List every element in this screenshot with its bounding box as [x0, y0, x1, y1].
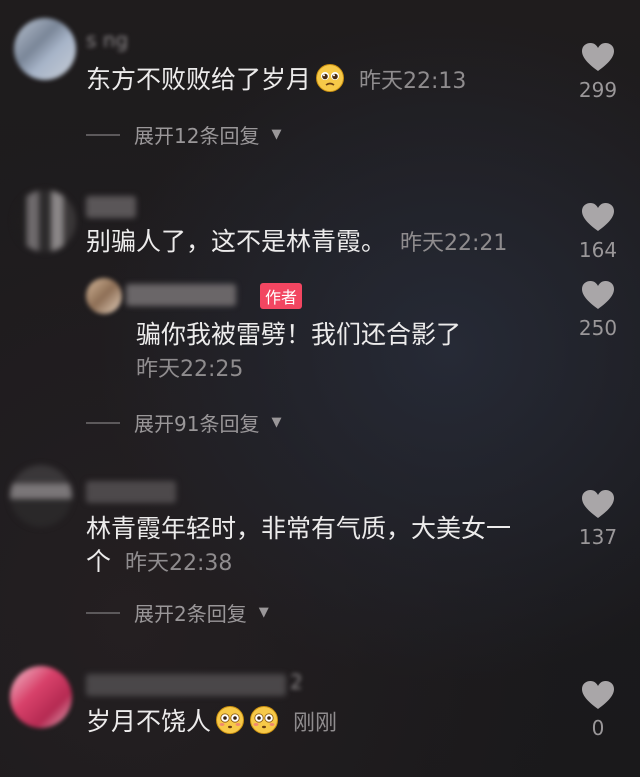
divider [86, 421, 120, 424]
comment-3: 林青霞年轻时，非常有气质，大美女一 个昨天22:38 137 展开2条回复 ▼ [0, 455, 640, 645]
comment-1: s ng 东方不败败给了岁月 昨天22:13 299 展开12条回复 ▼ [0, 0, 640, 160]
like-button[interactable]: 164 [574, 202, 622, 262]
timestamp: 刚刚 [293, 711, 338, 736]
comment-body: 东方不败败给了岁月 [86, 65, 312, 94]
heart-icon [582, 43, 614, 71]
divider [86, 133, 120, 136]
reply-text: 骗你我被雷劈！我们还合影了 [136, 317, 461, 353]
heart-icon [582, 490, 614, 518]
avatar[interactable] [10, 666, 72, 728]
like-count: 250 [578, 316, 618, 340]
username[interactable]: s ng [86, 28, 128, 52]
comment-text: 别骗人了，这不是林青霞。 昨天22:21 [86, 224, 507, 262]
username[interactable] [86, 674, 286, 696]
comment-text: 东方不败败给了岁月 昨天22:13 [86, 62, 466, 100]
avatar[interactable] [14, 18, 76, 80]
caret-down-icon: ▼ [271, 127, 282, 142]
like-button[interactable]: 0 [574, 680, 622, 740]
caret-down-icon: ▼ [258, 605, 269, 620]
comment-body: 岁月不饶人 [86, 707, 212, 736]
reply-time-line: 昨天22:25 [136, 350, 243, 388]
timestamp: 昨天22:13 [359, 69, 467, 94]
caret-down-icon: ▼ [271, 415, 282, 430]
reply-username[interactable] [126, 284, 236, 306]
comment-text-line2: 个昨天22:38 [86, 544, 232, 582]
timestamp: 昨天22:21 [400, 231, 508, 256]
like-count: 164 [578, 238, 618, 262]
expand-replies[interactable]: 展开12条回复 ▼ [86, 120, 281, 149]
avatar[interactable] [10, 465, 72, 527]
username[interactable] [86, 196, 136, 218]
reply-body: 骗你我被雷劈！我们还合影了 [136, 320, 462, 349]
expand-label: 展开91条回复 [134, 412, 260, 436]
heart-icon [582, 203, 614, 231]
expand-replies[interactable]: 展开91条回复 ▼ [86, 408, 281, 437]
like-button[interactable]: 299 [574, 42, 622, 102]
username-suffix: 2 [290, 670, 303, 694]
expand-replies[interactable]: 展开2条回复 ▼ [86, 598, 269, 627]
reply-avatar[interactable] [86, 278, 122, 314]
expand-label: 展开12条回复 [134, 124, 260, 148]
like-count: 137 [578, 525, 618, 549]
author-badge: 作者 [260, 283, 303, 309]
username[interactable] [86, 481, 176, 503]
flushed-face-emoji [249, 705, 279, 735]
comment-4: 2 岁月不饶人 刚刚 0 [0, 650, 640, 777]
flushed-face-emoji [215, 705, 245, 735]
heart-icon [582, 681, 614, 709]
expand-label: 展开2条回复 [134, 602, 247, 626]
avatar[interactable] [14, 190, 76, 252]
comment-body: 林青霞年轻时，非常有气质，大美女一 [86, 514, 512, 543]
pleading-face-emoji [315, 63, 345, 93]
reply-like-button[interactable]: 250 [574, 280, 622, 340]
comment-body: 别骗人了，这不是林青霞。 [86, 227, 387, 256]
like-count: 299 [578, 78, 618, 102]
timestamp: 昨天22:38 [125, 551, 233, 576]
comment-body-cont: 个 [86, 547, 112, 576]
comment-2: 别骗人了，这不是林青霞。 昨天22:21 164 作者 骗你我被雷劈！我们还合影了… [0, 180, 640, 450]
like-count: 0 [591, 716, 605, 740]
comment-text: 岁月不饶人 刚刚 [86, 704, 337, 742]
reply-timestamp: 昨天22:25 [136, 357, 244, 382]
heart-icon [582, 281, 614, 309]
comment-text-line1: 林青霞年轻时，非常有气质，大美女一 [86, 511, 511, 547]
divider [86, 611, 120, 614]
like-button[interactable]: 137 [574, 489, 622, 549]
